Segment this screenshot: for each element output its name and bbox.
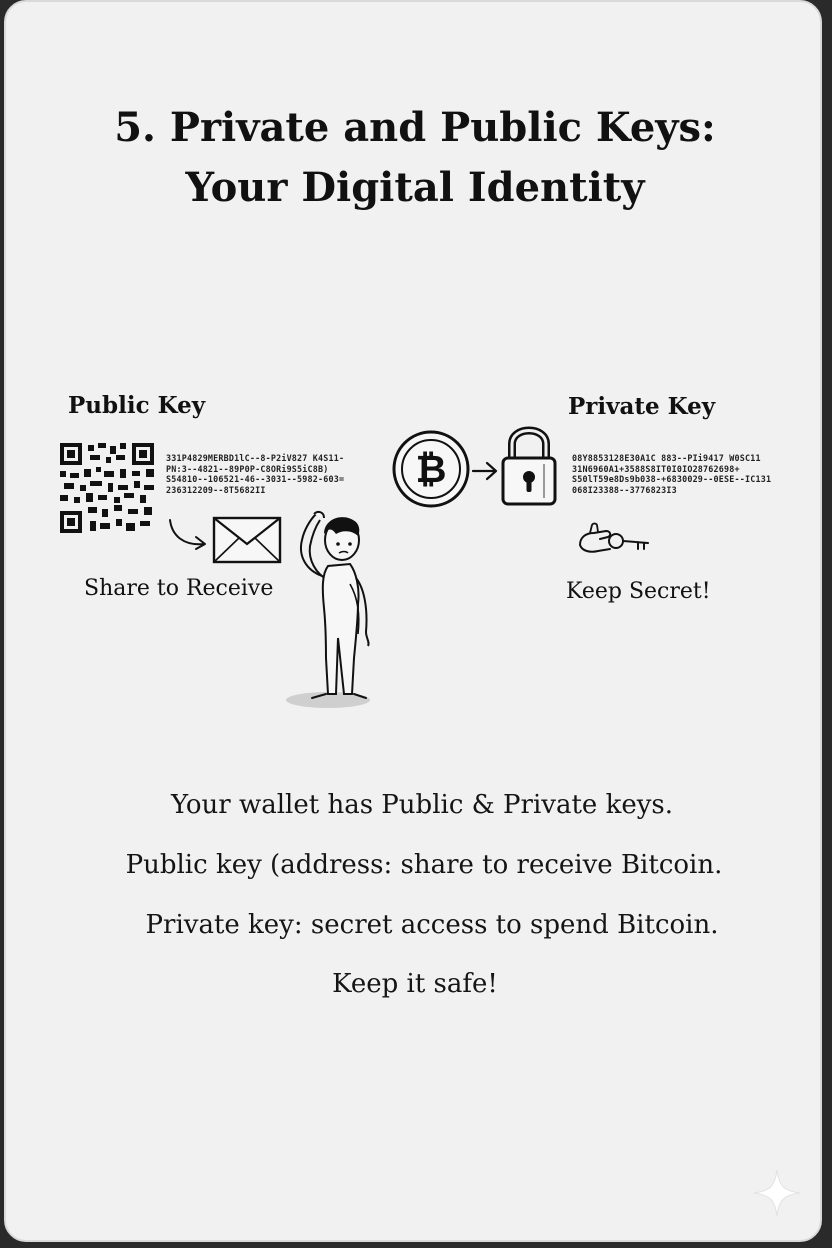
confused-person-icon xyxy=(286,510,370,708)
arrow-icon xyxy=(471,461,498,481)
hand-key-icon xyxy=(579,522,649,553)
page-title: 5. Private and Public Keys: Your Digital… xyxy=(6,98,820,218)
body-line-1: Your wallet has Public & Private keys. xyxy=(170,790,674,820)
bitcoin-coin-icon: ₿ xyxy=(392,430,470,508)
body-line-2: Public key (address: share to receive Bi… xyxy=(125,850,723,880)
title-line-2: Your Digital Identity xyxy=(185,164,645,211)
qr-code-icon xyxy=(60,443,154,533)
curved-arrow-icon xyxy=(169,519,206,550)
private-key-label: Private Key xyxy=(568,393,716,420)
title-line-1: 5. Private and Public Keys: xyxy=(114,104,716,151)
public-key-caption: Share to Receive xyxy=(84,576,274,601)
body-line-4: Keep it safe! xyxy=(332,969,498,999)
private-key-string: 08Y8853128E30A1C 883--PIi9417 W0SC11 31N6… xyxy=(572,453,772,495)
body-line-3: Private key: secret access to spend Bitc… xyxy=(145,910,719,940)
envelope-icon xyxy=(212,516,282,564)
public-key-string: 331P4829MERBD1lC--8-P2iV827 K4S11- PN:3--… xyxy=(166,453,345,495)
sparkle-icon xyxy=(753,1169,801,1217)
public-key-label: Public Key xyxy=(68,392,206,419)
private-key-caption: Keep Secret! xyxy=(566,579,711,604)
slide-card: 5. Private and Public Keys: Your Digital… xyxy=(4,0,822,1242)
padlock-icon xyxy=(501,426,557,506)
svg-text:₿: ₿ xyxy=(416,447,447,491)
